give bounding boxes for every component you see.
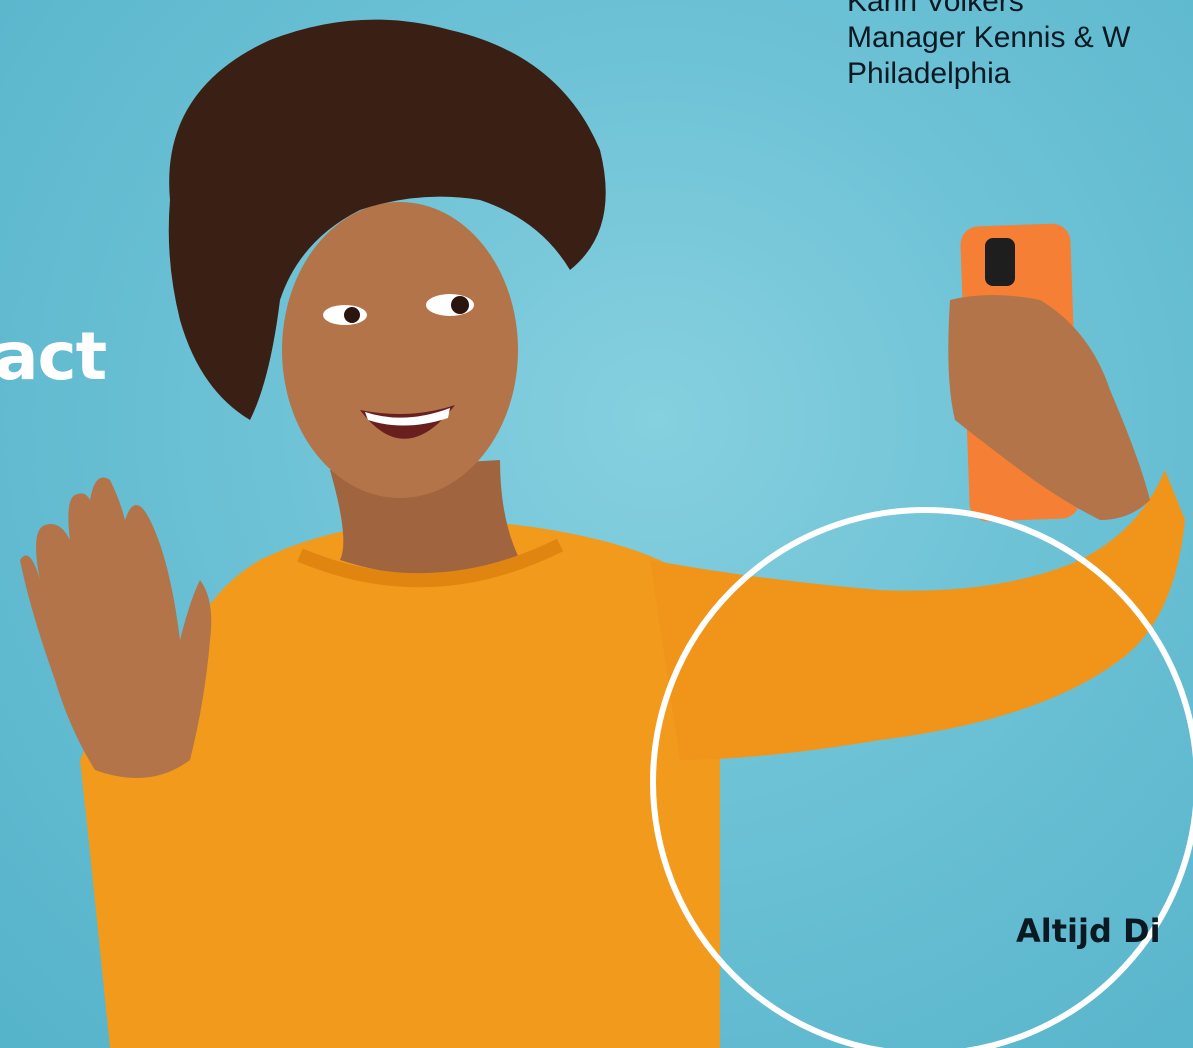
- speaker-name: Karin Volkers: [847, 0, 1024, 18]
- face: [282, 202, 518, 498]
- heading-fragment-right: Altijd Di: [1016, 912, 1161, 950]
- sweater-body: [150, 520, 720, 1048]
- speaker-role: Manager Kennis & W: [847, 21, 1131, 54]
- slide: Karin Volkers Manager Kennis & W Philade…: [0, 0, 1193, 1048]
- speaker-info: Karin Volkers Manager Kennis & W Philade…: [847, 0, 1130, 92]
- title-fragment-left: act: [0, 318, 107, 395]
- person-photo: [20, 19, 1185, 1048]
- waving-hand: [20, 477, 212, 778]
- speaker-organisation: Philadelphia: [847, 57, 1011, 90]
